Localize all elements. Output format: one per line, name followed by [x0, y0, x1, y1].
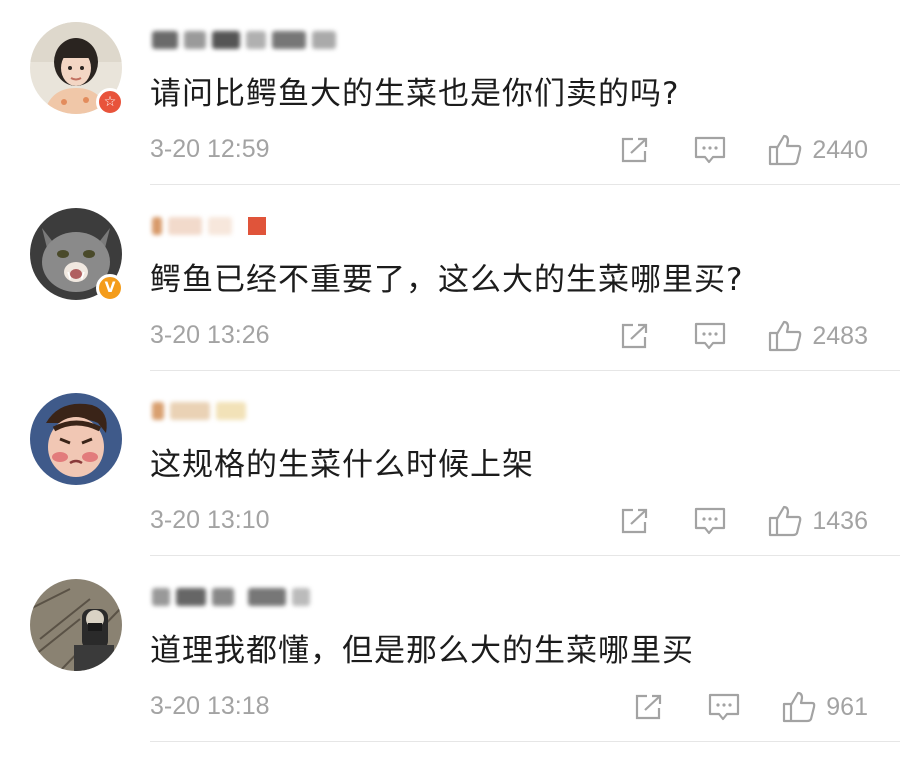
like-count: 2483 [812, 321, 868, 350]
redacted-name-block [152, 402, 164, 420]
comment-text: 鳄鱼已经不重要了，这么大的生菜哪里买? [150, 262, 744, 298]
comment-actions: 1436 [620, 501, 868, 541]
comment-item: 这规格的生菜什么时候上架 3-20 13:10 1436 [0, 371, 900, 556]
share-icon[interactable] [634, 693, 664, 721]
comment-item: ☆ 请问比鳄鱼大的生菜也是你们卖的吗? 3-20 12:59 2440 [0, 0, 900, 185]
avatar[interactable] [30, 579, 122, 671]
redacted-name-block [212, 31, 240, 49]
like-count: 2440 [812, 135, 868, 164]
comment-text: 道理我都懂，但是那么大的生菜哪里买 [150, 633, 694, 669]
avatar[interactable]: ☆ [30, 22, 124, 116]
timestamp: 3-20 13:10 [150, 506, 270, 534]
username[interactable] [152, 28, 336, 52]
divider [150, 184, 900, 185]
comment-icon[interactable] [694, 321, 726, 351]
comment-text: 请问比鳄鱼大的生菜也是你们卖的吗? [150, 76, 680, 112]
share-icon[interactable] [620, 322, 650, 350]
timestamp: 3-20 13:18 [150, 692, 270, 720]
share-icon[interactable] [620, 136, 650, 164]
comment-icon[interactable] [694, 135, 726, 165]
redacted-name-block [212, 588, 234, 606]
cartoon-face-avatar [30, 393, 122, 485]
comment-item: 道理我都懂，但是那么大的生菜哪里买 3-20 13:18 961 [0, 557, 900, 742]
divider [150, 555, 900, 556]
like-count: 1436 [812, 506, 868, 535]
redacted-name-block [216, 402, 246, 420]
thumbs-up-icon [769, 134, 802, 166]
share-icon[interactable] [620, 507, 650, 535]
like-button[interactable]: 2440 [768, 134, 868, 166]
redacted-name-block [248, 217, 266, 235]
outdoor-photo-avatar [30, 579, 122, 671]
comment-actions: 2440 [620, 130, 868, 170]
thumbs-up-icon [783, 691, 816, 723]
redacted-name-block [170, 402, 210, 420]
comment-list: ☆ 请问比鳄鱼大的生菜也是你们卖的吗? 3-20 12:59 2440 V 鳄鱼… [0, 0, 900, 758]
redacted-name-block [248, 588, 286, 606]
like-count: 961 [826, 692, 868, 721]
redacted-name-block [152, 217, 162, 235]
redacted-name-block [272, 31, 306, 49]
redacted-name-block [312, 31, 336, 49]
timestamp: 3-20 12:59 [150, 135, 270, 163]
redacted-name-block [292, 588, 310, 606]
timestamp: 3-20 13:26 [150, 321, 270, 349]
username[interactable] [152, 214, 266, 238]
comment-item: V 鳄鱼已经不重要了，这么大的生菜哪里买? 3-20 13:26 2483 [0, 186, 900, 371]
redacted-name-block [246, 31, 266, 49]
thumbs-up-icon [769, 505, 802, 537]
divider [150, 741, 900, 742]
username[interactable] [152, 585, 310, 609]
thumbs-up-icon [769, 320, 802, 352]
like-button[interactable]: 961 [782, 691, 868, 723]
verified-badge: ☆ [96, 88, 124, 116]
verified-badge: V [96, 274, 124, 302]
avatar[interactable]: V [30, 208, 124, 302]
comment-icon[interactable] [694, 506, 726, 536]
like-button[interactable]: 2483 [768, 320, 868, 352]
comment-actions: 2483 [620, 316, 868, 356]
comment-text: 这规格的生菜什么时候上架 [150, 447, 534, 483]
redacted-name-block [208, 217, 232, 235]
like-button[interactable]: 1436 [768, 505, 868, 537]
redacted-name-block [176, 588, 206, 606]
redacted-name-block [184, 31, 206, 49]
redacted-name-block [152, 31, 178, 49]
comment-actions: 961 [634, 687, 868, 727]
avatar[interactable] [30, 393, 122, 485]
username[interactable] [152, 399, 246, 423]
redacted-name-block [168, 217, 202, 235]
comment-icon[interactable] [708, 692, 740, 722]
redacted-name-block [152, 588, 170, 606]
